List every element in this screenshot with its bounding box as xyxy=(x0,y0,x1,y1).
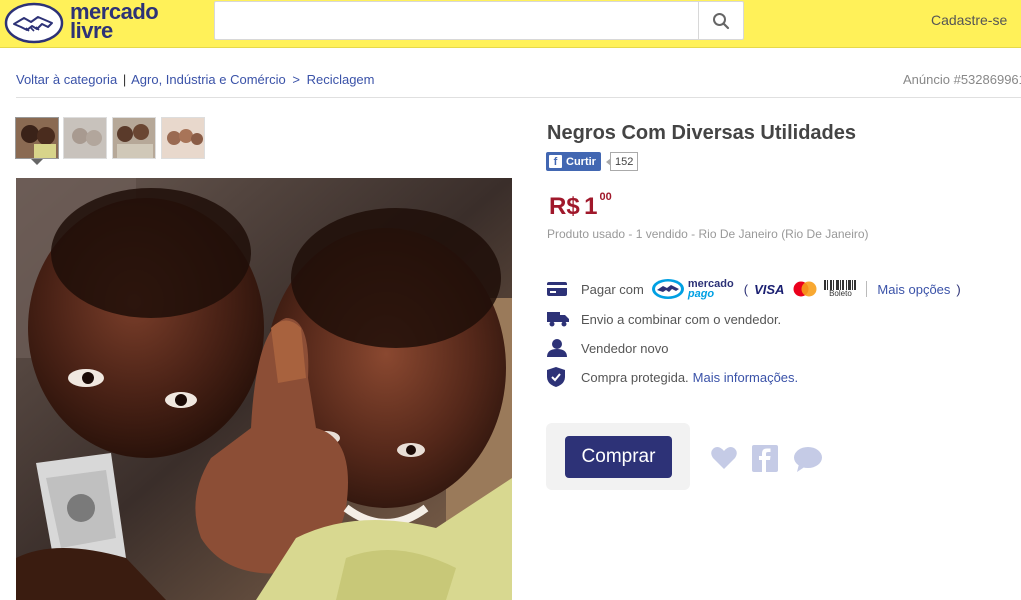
ad-number: Anúncio #532869961 xyxy=(903,72,1021,87)
thumbnail-4[interactable] xyxy=(161,117,205,159)
breadcrumb-arrow: > xyxy=(292,72,300,87)
breadcrumb: Voltar à categoria | Agro, Indústria e C… xyxy=(16,72,375,87)
thumbnail-2[interactable] xyxy=(63,117,107,159)
logo-wordmark: mercado livre xyxy=(70,1,159,42)
boleto-label: Boleto xyxy=(829,289,852,298)
shipping-row: Envio a combinar com o vendedor. xyxy=(547,309,781,329)
breadcrumb-item-reciclagem[interactable]: Reciclagem xyxy=(307,72,375,87)
shield-icon xyxy=(547,367,569,387)
handshake-logo-icon xyxy=(4,2,64,44)
product-page: mercado livre Cadastre-se Voltar à categ… xyxy=(0,0,1021,600)
thumbnail-photo-1 xyxy=(16,118,58,158)
thumbnail-photo-4 xyxy=(162,118,204,158)
main-product-photo[interactable] xyxy=(16,178,512,600)
thumbnail-selected-caret xyxy=(31,159,43,165)
search-input[interactable] xyxy=(214,1,699,40)
facebook-like-label: Curtir xyxy=(566,155,596,168)
facebook-share-icon[interactable] xyxy=(752,445,778,472)
mercado-pago-logo: mercado pago xyxy=(651,278,734,300)
product-sold-count: 1 vendido xyxy=(635,227,688,241)
divider xyxy=(16,97,1021,98)
price-currency: R$ xyxy=(549,193,580,220)
chat-bubble-icon[interactable] xyxy=(794,447,822,472)
more-info-link[interactable]: Mais informações. xyxy=(693,370,798,385)
price-cents: 00 xyxy=(599,191,612,203)
thumbnail-3[interactable] xyxy=(112,117,156,159)
price-integer: 1 xyxy=(584,193,598,220)
product-location: Rio De Janeiro (Rio De Janeiro) xyxy=(698,227,869,241)
payment-label: Pagar com xyxy=(581,281,644,297)
subinfo-dash: - xyxy=(691,227,696,241)
product-subinfo: Produto usado - 1 vendido - Rio De Janei… xyxy=(547,227,869,241)
signup-link[interactable]: Cadastre-se xyxy=(931,12,1007,28)
product-photo xyxy=(16,178,512,600)
visa-icon: VISA xyxy=(754,281,785,297)
protection-row: Compra protegida. Mais informações. xyxy=(547,367,798,387)
heart-icon[interactable] xyxy=(711,446,737,470)
mercado-pago-icon xyxy=(651,279,684,299)
breadcrumb-item-agro[interactable]: Agro, Indústria e Comércio xyxy=(131,72,286,87)
credit-card-icon xyxy=(547,279,569,299)
thumbnail-1[interactable] xyxy=(15,117,59,159)
protection-text: Compra protegida. xyxy=(581,369,689,385)
mercado-livre-logo[interactable]: mercado livre xyxy=(4,1,164,44)
payment-divider xyxy=(866,281,868,297)
seller-text: Vendedor novo xyxy=(581,340,669,356)
close-paren: ) xyxy=(956,281,961,297)
facebook-like-count: 152 xyxy=(605,152,639,171)
mastercard-icon xyxy=(792,281,818,297)
buy-button[interactable]: Comprar xyxy=(565,436,672,478)
search-icon xyxy=(713,12,730,29)
product-title: Negros Com Diversas Utilidades xyxy=(547,122,856,144)
seller-row: Vendedor novo xyxy=(547,338,668,358)
payment-row: Pagar com mercado pago ( VISA Boleto Mai… xyxy=(547,278,961,300)
shipping-text: Envio a combinar com o vendedor. xyxy=(581,311,782,327)
thumbnail-photo-2 xyxy=(64,118,106,158)
search-button[interactable] xyxy=(698,1,744,40)
thumbnail-photo-3 xyxy=(113,118,155,158)
back-to-category-link[interactable]: Voltar à categoria xyxy=(16,72,117,87)
mercado-pago-wordmark: mercado pago xyxy=(687,279,734,300)
facebook-icon: f xyxy=(549,155,562,168)
more-payment-options-link[interactable]: Mais opções xyxy=(877,282,950,297)
header: mercado livre Cadastre-se xyxy=(0,0,1021,48)
product-price: R$ 1 00 xyxy=(549,191,612,221)
product-condition: Produto usado xyxy=(547,227,626,241)
facebook-like-button[interactable]: f Curtir xyxy=(546,152,601,171)
user-icon xyxy=(547,338,569,358)
open-paren: ( xyxy=(743,281,749,297)
mp-line-2: pago xyxy=(687,288,715,300)
breadcrumb-separator: | xyxy=(122,72,127,87)
truck-icon xyxy=(547,309,569,329)
boleto-icon: Boleto xyxy=(824,280,857,298)
subinfo-dash: - xyxy=(628,227,633,241)
